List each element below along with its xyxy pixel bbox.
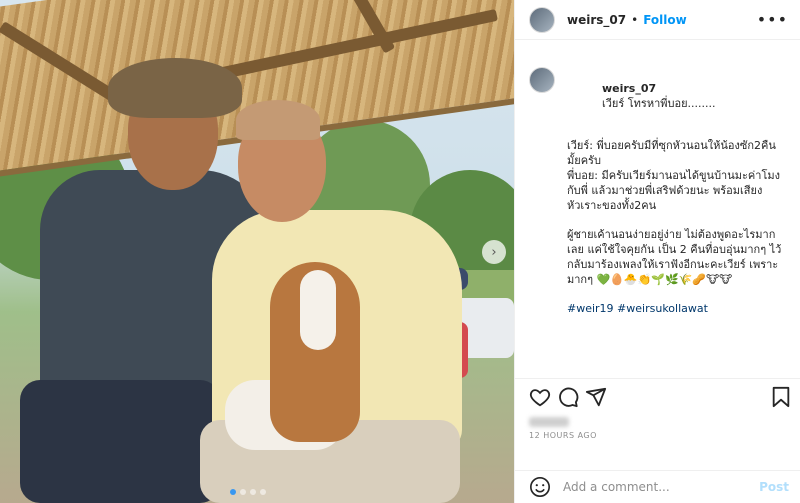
header-separator: • [631, 12, 639, 27]
save-button[interactable] [763, 383, 791, 411]
likes-count-blurred [529, 417, 569, 427]
caption-username[interactable]: weirs_07 [602, 82, 656, 95]
carousel-dots [230, 489, 266, 495]
post-button[interactable]: Post [759, 480, 789, 494]
heart-icon [529, 389, 551, 407]
post-header: weirs_07 • Follow ••• [515, 0, 800, 40]
comment-bar: Post [515, 470, 800, 503]
header-username[interactable]: weirs_07 [567, 13, 626, 27]
follow-button[interactable]: Follow [643, 13, 687, 27]
comment-input[interactable] [563, 480, 760, 494]
bookmark-icon [772, 386, 790, 408]
comment-icon [559, 387, 579, 408]
person-right-cap [236, 100, 320, 140]
caption-title: เวียร์ โทรหาพี่บอย........ [601, 97, 716, 110]
chevron-right-icon: › [491, 244, 497, 260]
person-left-shorts [20, 380, 220, 503]
caption-paragraph: เวียร์: พี่บอยครับมีที่ซุกหัวนอนให้น้องซ… [567, 139, 780, 212]
like-button[interactable] [529, 383, 557, 411]
carousel-dot[interactable] [250, 489, 256, 495]
carousel-dot[interactable] [260, 489, 266, 495]
caption-body: weirs_07 เวียร์ โทรหาพี่บอย........ เวีย… [567, 66, 786, 330]
post-sidebar: weirs_07 • Follow ••• weirs_07 เวียร์ โท… [514, 0, 800, 503]
post-timestamp: 12 HOURS AGO [529, 431, 597, 440]
carousel-next-button[interactable]: › [482, 240, 506, 264]
share-button[interactable] [585, 383, 613, 411]
caption: weirs_07 เวียร์ โทรหาพี่บอย........ เวีย… [515, 40, 800, 330]
dog-face [300, 270, 336, 350]
caption-hashtags[interactable]: #weir19 #weirsukollawat [567, 301, 786, 316]
caption-paragraph: ผู้ชายเค้านอนง่ายอยู่ง่าย ไม่ต้องพูดอะไร… [567, 228, 782, 286]
emoji-button[interactable] [529, 476, 551, 498]
comment-button[interactable] [557, 383, 585, 411]
instagram-post: › weirs_07 • Follow ••• weirs_07 เวียร์ … [0, 0, 800, 503]
emoji-icon [530, 477, 550, 497]
share-icon [585, 387, 607, 407]
action-icons [529, 383, 791, 411]
carousel-dot[interactable] [240, 489, 246, 495]
more-icon[interactable]: ••• [757, 10, 788, 29]
person-left-hat [108, 58, 242, 118]
avatar[interactable] [529, 6, 555, 33]
action-bar: 12 HOURS AGO [515, 378, 800, 440]
post-photo[interactable]: › [0, 0, 514, 503]
carousel-dot[interactable] [230, 489, 236, 495]
caption-avatar[interactable] [529, 67, 555, 93]
